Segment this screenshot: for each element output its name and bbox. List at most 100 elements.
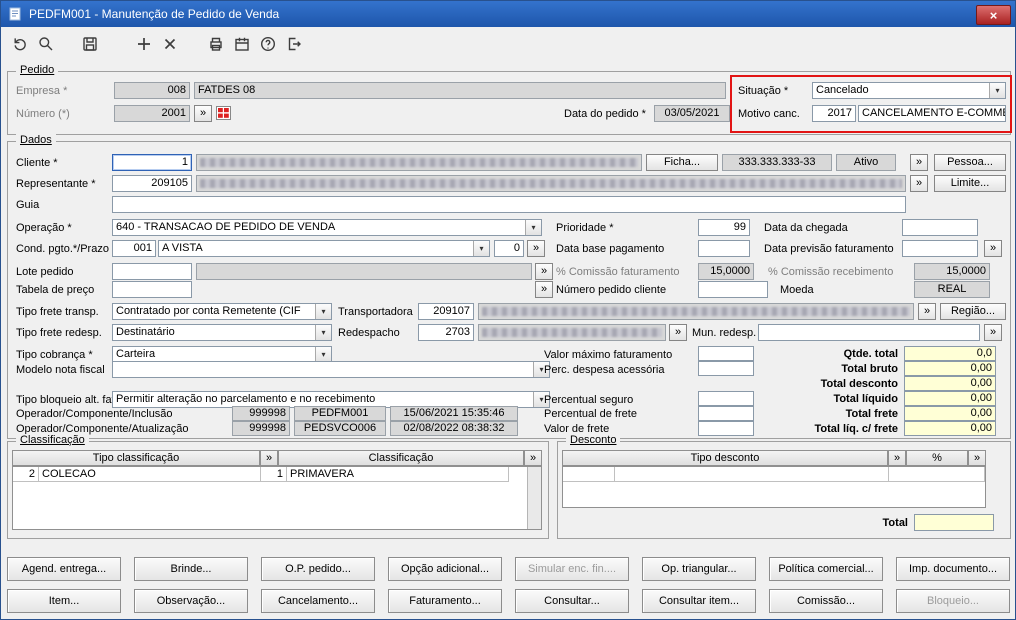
- consultar-button[interactable]: Consultar...: [515, 589, 629, 613]
- classificacao-class-lookup-button[interactable]: »: [524, 450, 542, 466]
- cancelamento-button[interactable]: Cancelamento...: [261, 589, 375, 613]
- cond-pgto-code-field[interactable]: 001: [112, 240, 156, 257]
- perc-seguro-field[interactable]: [698, 391, 754, 406]
- cliente-lookup-button[interactable]: »: [910, 154, 928, 171]
- situacao-combo[interactable]: Cancelado ▾: [812, 82, 1006, 99]
- frete-transp-combo[interactable]: Contratado por conta Remetente (CIF ▾: [112, 303, 332, 320]
- data-chegada-field[interactable]: [902, 219, 978, 236]
- add-icon[interactable]: [133, 33, 155, 55]
- faturamento-button[interactable]: Faturamento...: [388, 589, 502, 613]
- observacao-button[interactable]: Observação...: [134, 589, 248, 613]
- help-icon[interactable]: [257, 33, 279, 55]
- transportadora-lookup-button[interactable]: »: [918, 303, 936, 320]
- operacao-combo[interactable]: 640 - TRANSACAO DE PEDIDO DE VENDA ▾: [112, 219, 542, 236]
- classificacao-vertical-scrollbar[interactable]: [527, 467, 541, 529]
- desconto-row-cod-cell[interactable]: [563, 467, 615, 482]
- consultar-item-button[interactable]: Consultar item...: [642, 589, 756, 613]
- classificacao-table-body: 2 COLECAO 1 PRIMAVERA: [12, 466, 542, 530]
- data-previsao-label: Data previsão faturamento: [764, 243, 894, 255]
- cond-pgto-combo[interactable]: A VISTA ▾: [158, 240, 490, 257]
- atualizacao-datahora-field: 02/08/2022 08:38:32: [390, 421, 518, 436]
- dados-group: Dados Cliente * 1 Ficha... 333.333.333-3…: [7, 134, 1011, 439]
- numero-lookup-button[interactable]: »: [194, 105, 212, 122]
- pessoa-button[interactable]: Pessoa...: [934, 154, 1006, 171]
- perc-frete-label: Percentual de frete: [544, 408, 637, 420]
- total-frete-field: 0,00: [904, 406, 996, 421]
- classificacao-header-class: Classificação: [278, 450, 524, 466]
- qtde-total-field: 0,0: [904, 346, 996, 361]
- data-base-field[interactable]: [698, 240, 750, 257]
- desconto-tipo-lookup-button[interactable]: »: [888, 450, 906, 466]
- lote-lookup-button[interactable]: »: [535, 263, 553, 280]
- inclusao-operador-field: 999998: [232, 406, 290, 421]
- lote-code-field[interactable]: [112, 263, 192, 280]
- representante-lookup-button[interactable]: »: [910, 175, 928, 192]
- exit-icon[interactable]: [283, 33, 305, 55]
- valor-frete-field[interactable]: [698, 421, 754, 436]
- desconto-row-pct-cell[interactable]: [889, 467, 985, 482]
- close-icon[interactable]: ×: [976, 5, 1011, 25]
- mun-redesp-label: Mun. redesp.: [692, 327, 757, 339]
- frete-redesp-label: Tipo frete redesp.: [16, 327, 102, 339]
- transportadora-code-field[interactable]: 209107: [418, 303, 474, 320]
- desconto-row-tipo-cell[interactable]: [615, 467, 889, 482]
- data-previsao-field[interactable]: [902, 240, 978, 257]
- perc-frete-field[interactable]: [698, 406, 754, 421]
- prioridade-field[interactable]: 99: [698, 219, 750, 236]
- perc-despesa-field[interactable]: [698, 361, 754, 376]
- motivo-canc-code-field[interactable]: 2017: [812, 105, 856, 122]
- politica-comercial-button[interactable]: Política comercial...: [769, 557, 883, 581]
- opcao-adicional-button[interactable]: Opção adicional...: [388, 557, 502, 581]
- comissao-button[interactable]: Comissão...: [769, 589, 883, 613]
- tabela-preco-field[interactable]: [112, 281, 192, 298]
- valor-max-field[interactable]: [698, 346, 754, 361]
- redacted-client-name: [200, 158, 638, 167]
- mun-redesp-field[interactable]: [758, 324, 980, 341]
- print-icon[interactable]: [205, 33, 227, 55]
- desconto-group: Desconto Tipo desconto » % » Total: [557, 434, 1011, 539]
- search-icon[interactable]: [35, 33, 57, 55]
- agend-entrega-button[interactable]: Agend. entrega...: [7, 557, 121, 581]
- redespacho-label: Redespacho: [338, 327, 400, 339]
- delete-icon[interactable]: [159, 33, 181, 55]
- frete-redesp-combo[interactable]: Destinatário ▾: [112, 324, 332, 341]
- undo-icon[interactable]: [9, 33, 31, 55]
- limite-button[interactable]: Limite...: [934, 175, 1006, 192]
- classificacao-row-class-cod[interactable]: 1: [261, 467, 287, 482]
- calendar-icon[interactable]: [231, 33, 253, 55]
- bloqueio-alt-label: Tipo bloqueio alt. fat.: [16, 394, 118, 406]
- classificacao-row-class-nome[interactable]: PRIMAVERA: [287, 467, 509, 482]
- guia-field[interactable]: [112, 196, 906, 213]
- representante-code-field[interactable]: 209105: [112, 175, 192, 192]
- num-pedido-cliente-field[interactable]: [698, 281, 768, 298]
- ficha-button[interactable]: Ficha...: [646, 154, 718, 171]
- table-lookup-icon[interactable]: [216, 106, 231, 123]
- classificacao-tipo-lookup-button[interactable]: »: [260, 450, 278, 466]
- classificacao-row-tipo-nome[interactable]: COLECAO: [39, 467, 261, 482]
- redespacho-lookup-button[interactable]: »: [669, 324, 687, 341]
- modelo-nf-combo[interactable]: ▾: [112, 361, 550, 378]
- desconto-pct-lookup-button[interactable]: »: [968, 450, 986, 466]
- comissao-rec-label: % Comissão recebimento: [768, 266, 894, 278]
- data-previsao-lookup-button[interactable]: »: [984, 240, 1002, 257]
- save-icon[interactable]: [79, 33, 101, 55]
- prazo-field[interactable]: 0: [494, 240, 524, 257]
- cliente-code-field[interactable]: 1: [112, 154, 192, 171]
- motivo-canc-text-field[interactable]: CANCELAMENTO E-COMMER: [858, 105, 1006, 122]
- redespacho-code-field[interactable]: 2703: [418, 324, 474, 341]
- brinde-button[interactable]: Brinde...: [134, 557, 248, 581]
- op-triangular-button[interactable]: Op. triangular...: [642, 557, 756, 581]
- desconto-group-caption: Desconto: [566, 434, 621, 446]
- application-window: PEDFM001 - Manutenção de Pedido de Venda…: [0, 0, 1016, 620]
- mun-redesp-lookup-button[interactable]: »: [984, 324, 1002, 341]
- tabela-preco-lookup-button[interactable]: »: [535, 281, 553, 298]
- empresa-name-field: FATDES 08: [194, 82, 726, 99]
- cond-pgto-lookup-button[interactable]: »: [527, 240, 545, 257]
- op-pedido-button[interactable]: O.P. pedido...: [261, 557, 375, 581]
- item-button[interactable]: Item...: [7, 589, 121, 613]
- classificacao-row-tipo-cod[interactable]: 2: [13, 467, 39, 482]
- total-bruto-label: Total bruto: [841, 363, 898, 375]
- imp-documento-button[interactable]: Imp. documento...: [896, 557, 1010, 581]
- chevron-down-icon: ▾: [989, 83, 1005, 98]
- regiao-button[interactable]: Região...: [940, 303, 1006, 320]
